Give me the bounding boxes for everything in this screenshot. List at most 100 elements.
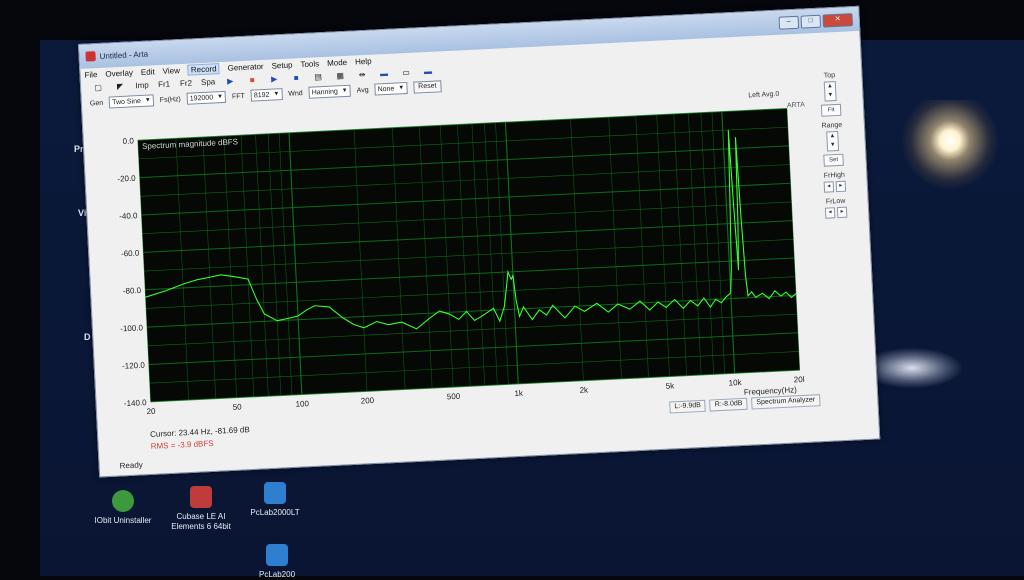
- fit-button[interactable]: Fit: [820, 103, 842, 117]
- set-button[interactable]: Set: [823, 153, 844, 167]
- scale-control-panel: Top ▲ ▼ Fit Range ▲ ▼ Set FrHigh ◂ ▸ FrLow…: [801, 71, 864, 220]
- menu-generator[interactable]: Generator: [227, 61, 263, 72]
- x-tick-label: 10k: [728, 378, 742, 388]
- frlow-label: FrLow: [825, 197, 846, 206]
- imp-button[interactable]: Imp: [133, 79, 152, 92]
- frlow-spinner[interactable]: ◂ ▸: [808, 206, 864, 220]
- left-level-pane: L:-9.9dB: [669, 399, 707, 414]
- chevron-right-icon[interactable]: ▸: [835, 180, 847, 193]
- chevron-left-icon[interactable]: ◂: [823, 181, 835, 193]
- menu-file[interactable]: File: [84, 70, 97, 80]
- fr2-button[interactable]: Fr2: [177, 77, 196, 90]
- gen-select-value: Two Sine: [111, 97, 142, 106]
- arta-app-icon: [85, 51, 96, 62]
- x-tick-label: 50: [232, 402, 242, 411]
- generator-icon[interactable]: ▤: [309, 71, 328, 84]
- menu-view[interactable]: View: [162, 66, 180, 76]
- wnd-label: Wnd: [288, 89, 303, 98]
- top-spinner[interactable]: ▲ ▼: [823, 81, 837, 102]
- maximize-button[interactable]: □: [800, 14, 822, 29]
- chevron-down-icon: ▼: [216, 93, 224, 101]
- minimize-button[interactable]: –: [778, 15, 800, 30]
- x-tick-label: 20k: [794, 375, 806, 385]
- x-tick-label: 200: [361, 396, 375, 406]
- y-tick-label: -100.0: [120, 323, 144, 333]
- wnd-select[interactable]: Hanning ▼: [308, 84, 351, 99]
- play-icon[interactable]: ▶: [221, 75, 240, 88]
- y-tick-label: -120.0: [122, 361, 146, 371]
- record-icon[interactable]: ■: [243, 74, 262, 87]
- light-glare: [900, 100, 1000, 190]
- frhigh-label: FrHigh: [823, 171, 845, 180]
- y-tick-label: -40.0: [119, 211, 138, 221]
- pclab-icon: [264, 482, 286, 504]
- arta-window: Untitled - Arta – □ ✕ File Overlay Edit …: [78, 5, 881, 478]
- menu-edit[interactable]: Edit: [141, 67, 155, 77]
- fft-select-value: 8192: [253, 91, 270, 99]
- desktop-icon-pclab200[interactable]: PcLab200: [232, 544, 322, 580]
- chevron-left-icon[interactable]: ◂: [824, 207, 836, 219]
- y-tick-label: -80.0: [123, 286, 142, 296]
- link-icon[interactable]: ⇹: [353, 69, 372, 82]
- x-tick-label: 5k: [666, 381, 676, 390]
- frhigh-spinner[interactable]: ◂ ▸: [807, 180, 863, 194]
- x-tick-label: 1k: [514, 389, 524, 398]
- scope-icon[interactable]: ▭: [397, 67, 416, 80]
- menu-record[interactable]: Record: [187, 62, 220, 76]
- fs-select-value: 192000: [189, 93, 214, 103]
- avg-select-value: None: [377, 85, 395, 93]
- close-button[interactable]: ✕: [822, 12, 854, 28]
- range-label: Range: [821, 121, 843, 130]
- chevron-right-icon[interactable]: ▸: [836, 206, 848, 219]
- avg-label: Avg: [356, 86, 369, 94]
- x-tick-label: 100: [295, 399, 309, 409]
- channel-average-label: Left Avg.0: [748, 90, 780, 100]
- chevron-down-icon: ▼: [144, 97, 151, 104]
- fft-select[interactable]: 8192 ▼: [250, 88, 283, 102]
- desktop-icon-label: IObit Uninstaller: [94, 516, 152, 525]
- cubase-icon: [190, 486, 212, 508]
- mode-pane: Spectrum Analyzer: [751, 394, 821, 410]
- desktop-edge-text: Vi: [78, 208, 87, 218]
- y-tick-label: 0.0: [122, 136, 134, 146]
- new-icon[interactable]: ▢: [89, 82, 108, 95]
- y-tick-label: -20.0: [117, 174, 136, 184]
- fs-label: Fs(Hz): [159, 95, 181, 104]
- play-icon[interactable]: ▶: [265, 73, 284, 86]
- x-tick-label: 20: [146, 407, 156, 416]
- grid-icon[interactable]: ▦: [331, 70, 350, 83]
- spectrum-plot-area[interactable]: 0.0 -20.0 -40.0 -60.0 -80.0 -100.0 -120.0 -140.…: [91, 100, 806, 435]
- window-icon[interactable]: ▬: [375, 68, 394, 81]
- open-icon[interactable]: ◤: [111, 81, 130, 94]
- desktop-icon-label: PcLab2000LT: [250, 508, 300, 517]
- range-spinner[interactable]: ▲ ▼: [826, 130, 840, 152]
- chevron-down-icon: ▼: [341, 87, 348, 95]
- gen-label: Gen: [89, 99, 104, 107]
- avg-select[interactable]: None ▼: [374, 81, 408, 96]
- fft-label: FFT: [231, 92, 246, 101]
- monitor-icon[interactable]: ▬: [419, 66, 438, 79]
- spectrum-chart[interactable]: 0.0 -20.0 -40.0 -60.0 -80.0 -100.0 -120.0 -140.…: [91, 100, 805, 434]
- menu-tools[interactable]: Tools: [300, 59, 319, 69]
- reset-button[interactable]: Reset: [412, 80, 442, 94]
- iobit-icon: [112, 490, 134, 512]
- menu-setup[interactable]: Setup: [271, 60, 292, 70]
- arta-vertical-label: ARTA: [786, 101, 806, 110]
- chevron-down-icon: ▼: [398, 85, 405, 92]
- menu-help[interactable]: Help: [355, 56, 372, 66]
- top-label: Top: [823, 72, 836, 80]
- desktop-icon-label: Elements 6 64bit: [171, 522, 231, 531]
- pclab-icon: [266, 544, 288, 566]
- stop-icon[interactable]: ■: [287, 72, 306, 85]
- desktop-icon-iobit[interactable]: IObit Uninstaller: [78, 490, 168, 526]
- menu-mode[interactable]: Mode: [327, 57, 347, 67]
- fr1-button[interactable]: Fr1: [155, 78, 174, 91]
- x-tick-label: 2k: [579, 385, 589, 394]
- window-title: Untitled - Arta: [99, 49, 149, 61]
- y-tick-label: -60.0: [121, 249, 140, 259]
- desktop-icon-pclab2000lt[interactable]: PcLab2000LT: [230, 482, 320, 518]
- spa-button[interactable]: Spa: [199, 76, 218, 89]
- menu-overlay[interactable]: Overlay: [105, 68, 133, 78]
- fs-select[interactable]: 192000 ▼: [186, 90, 227, 105]
- gen-select[interactable]: Two Sine ▼: [108, 94, 155, 109]
